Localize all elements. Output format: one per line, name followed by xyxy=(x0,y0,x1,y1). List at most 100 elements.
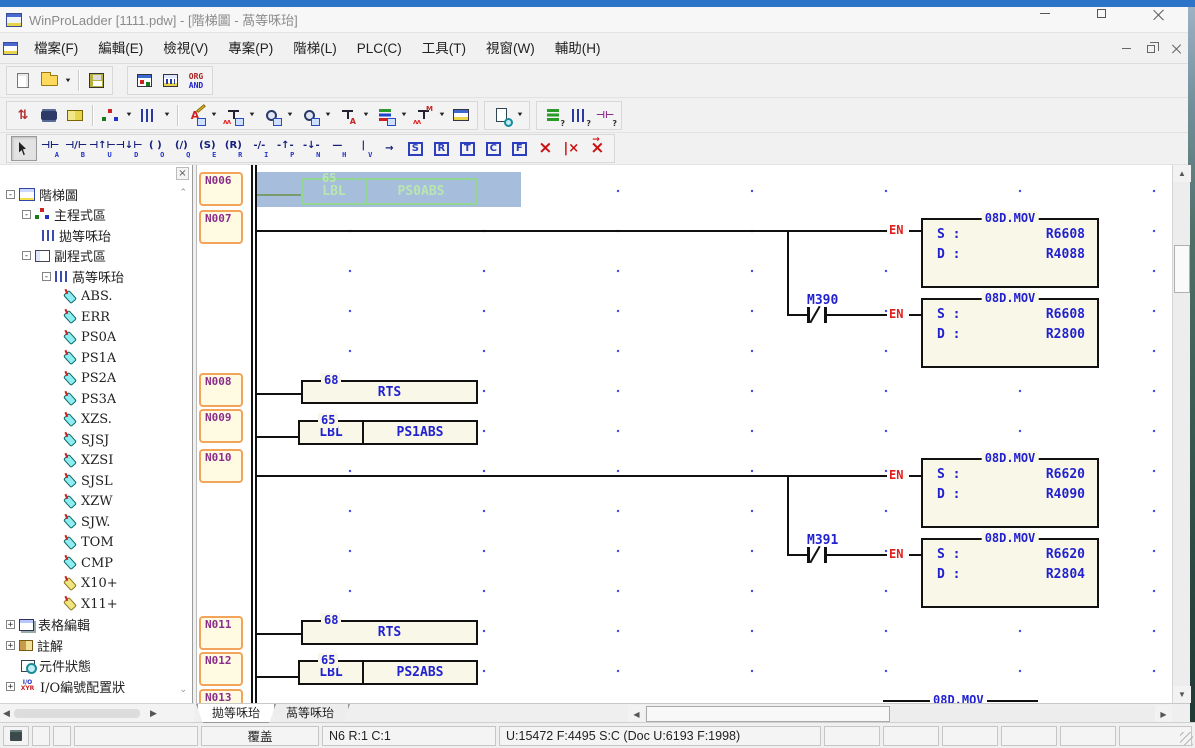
menu-project[interactable]: 專案(P) xyxy=(218,33,283,64)
call-tree-dropdown[interactable] xyxy=(123,103,135,128)
reset-instruction-button[interactable]: R xyxy=(428,136,454,161)
expand-icon[interactable] xyxy=(6,641,15,650)
scroll-down-icon[interactable] xyxy=(1173,686,1191,703)
edit-element-button[interactable]: A xyxy=(182,103,208,128)
scrollbar-thumb[interactable] xyxy=(646,706,890,722)
tree-scroll-down-icon[interactable]: ⌄ xyxy=(179,684,187,695)
scroll-right-icon[interactable] xyxy=(1155,705,1172,723)
menu-plc[interactable]: PLC(C) xyxy=(347,33,412,64)
menu-file[interactable]: 檔案(F) xyxy=(24,33,88,64)
contact-rising-button[interactable]: ⊣↑⊢U xyxy=(89,136,116,161)
tree-item-main-page[interactable]: 拋等咊珆 xyxy=(0,225,180,246)
select-cursor-button[interactable] xyxy=(11,136,37,161)
tree-item-sub-program[interactable]: 副程式區 xyxy=(0,246,180,267)
project-window-button[interactable] xyxy=(131,68,157,93)
run-plc-dropdown[interactable] xyxy=(284,103,296,128)
scroll-up-icon[interactable] xyxy=(1173,165,1191,182)
lbl-function-block[interactable]: 65 LBL PS2ABS xyxy=(298,660,478,685)
tab-main-program[interactable]: 拋等咊珆 xyxy=(196,704,276,723)
find-dropdown[interactable] xyxy=(514,103,526,128)
collapse-icon[interactable] xyxy=(6,190,15,199)
menu-ladder[interactable]: 階梯(L) xyxy=(283,33,347,64)
inverse-button[interactable]: -/-I xyxy=(246,136,272,161)
tree-horizontal-scrollbar[interactable] xyxy=(0,703,194,722)
minimize-button[interactable] xyxy=(1016,0,1073,26)
mdi-close-icon[interactable] xyxy=(1171,44,1181,54)
tree-item-table-edit[interactable]: 表格編輯 xyxy=(0,615,180,636)
contact-no-button[interactable]: ⊣⊢A xyxy=(37,136,63,161)
new-file-button[interactable] xyxy=(10,68,36,93)
monitor-register-dropdown[interactable] xyxy=(436,103,448,128)
network-edit-button[interactable] xyxy=(135,103,161,128)
scrollbar-thumb[interactable] xyxy=(14,709,140,718)
tree-item-label[interactable]: PS3A xyxy=(0,389,180,410)
expand-icon[interactable] xyxy=(6,620,15,629)
vertical-line-button[interactable]: |V xyxy=(350,136,376,161)
tree-item-label[interactable]: TOM xyxy=(0,533,180,554)
falling-pulse-button[interactable]: -↓-N xyxy=(298,136,324,161)
function-instruction-button[interactable]: F xyxy=(506,136,532,161)
delete-row-button[interactable]: × xyxy=(584,136,610,161)
save-button[interactable] xyxy=(83,68,109,93)
set-instruction-button[interactable]: S xyxy=(402,136,428,161)
coil-reset-button[interactable]: (R)R xyxy=(220,136,246,161)
delete-element-button[interactable]: × xyxy=(532,136,558,161)
rts-function-block[interactable]: 68 RTS xyxy=(301,620,478,645)
coil-button[interactable]: ( )O xyxy=(142,136,168,161)
network-label[interactable]: N011 xyxy=(199,616,243,650)
element-status-button[interactable] xyxy=(372,103,398,128)
call-tree-button[interactable] xyxy=(97,103,123,128)
mov-function-block[interactable]: 08D.MOV S :R6608 D :R4088 xyxy=(921,218,1099,288)
tree-item-label[interactable]: SJSL xyxy=(0,471,180,492)
tree-item-label[interactable]: SJSJ xyxy=(0,430,180,451)
coil-not-button[interactable]: (/)Q xyxy=(168,136,194,161)
convert-ladder-button[interactable]: ⇅ xyxy=(10,103,36,128)
tree-item-component-status[interactable]: 元件狀態 xyxy=(0,656,180,677)
contact-nc-button[interactable]: ⊣/⊢B xyxy=(63,136,89,161)
tree-item-label[interactable]: ERR xyxy=(0,307,180,328)
horizontal-line-button[interactable]: —H xyxy=(324,136,350,161)
monitor-element-dropdown[interactable] xyxy=(360,103,372,128)
tree-item-comments[interactable]: 註解 xyxy=(0,635,180,656)
network-label[interactable]: N008 xyxy=(199,373,243,407)
stop-plc-dropdown[interactable] xyxy=(322,103,334,128)
mdi-restore-icon[interactable] xyxy=(1147,45,1155,53)
scroll-left-icon[interactable] xyxy=(628,705,645,723)
horizontal-scrollbar[interactable] xyxy=(628,705,1172,723)
monitor-element-button[interactable]: A xyxy=(334,103,360,128)
tree-item-label[interactable]: XZS. xyxy=(0,410,180,431)
collapse-icon[interactable] xyxy=(22,251,31,260)
close-button[interactable] xyxy=(1130,0,1187,26)
mov-function-block[interactable]: 08D.MOV S :R6608 D :R2800 xyxy=(921,298,1099,368)
ladder-canvas[interactable]: N006 65 LBL PS0ABS N007 EN 08D.MOV S :R6… xyxy=(196,165,1172,703)
run-plc-button[interactable] xyxy=(258,103,284,128)
tree-item-ladder-diagram[interactable]: 階梯圖 xyxy=(0,184,180,205)
ladder-window-button[interactable] xyxy=(157,68,183,93)
instruction-list-button[interactable]: ORGAND xyxy=(183,68,209,93)
contact-query-button[interactable]: ⊣⊢? xyxy=(592,103,618,128)
network-label[interactable]: N010 xyxy=(199,449,243,483)
mov-function-block[interactable]: 08D.MOV S :R6620 D :R2804 xyxy=(921,538,1099,608)
tree-item-label[interactable]: PS1A xyxy=(0,348,180,369)
tree-scroll-up-icon[interactable]: ⌃ xyxy=(179,187,187,198)
simulation-button[interactable] xyxy=(36,103,62,128)
network-label[interactable]: N006 xyxy=(199,172,243,206)
rts-function-block[interactable]: 68 RTS xyxy=(301,380,478,404)
network-query-button[interactable]: ? xyxy=(566,103,592,128)
monitor-register-button[interactable]: ʌʌM xyxy=(410,103,436,128)
network-edit-dropdown[interactable] xyxy=(161,103,173,128)
contact-falling-button[interactable]: ⊣↓⊢D xyxy=(116,136,143,161)
resize-grip[interactable] xyxy=(1180,732,1193,745)
rising-pulse-button[interactable]: -↑-P xyxy=(272,136,298,161)
menu-tools[interactable]: 工具(T) xyxy=(412,33,476,64)
maximize-button[interactable] xyxy=(1073,0,1130,26)
syntax-check-button[interactable] xyxy=(62,103,88,128)
expand-icon[interactable] xyxy=(6,682,15,691)
network-label[interactable]: N009 xyxy=(199,409,243,443)
collapse-icon[interactable] xyxy=(42,272,51,281)
table-edit-button[interactable] xyxy=(448,103,474,128)
continue-line-button[interactable]: → xyxy=(376,136,402,161)
tree-item-label[interactable]: X10+ xyxy=(0,574,180,595)
network-label[interactable]: N013 xyxy=(199,689,243,703)
stop-plc-button[interactable] xyxy=(296,103,322,128)
